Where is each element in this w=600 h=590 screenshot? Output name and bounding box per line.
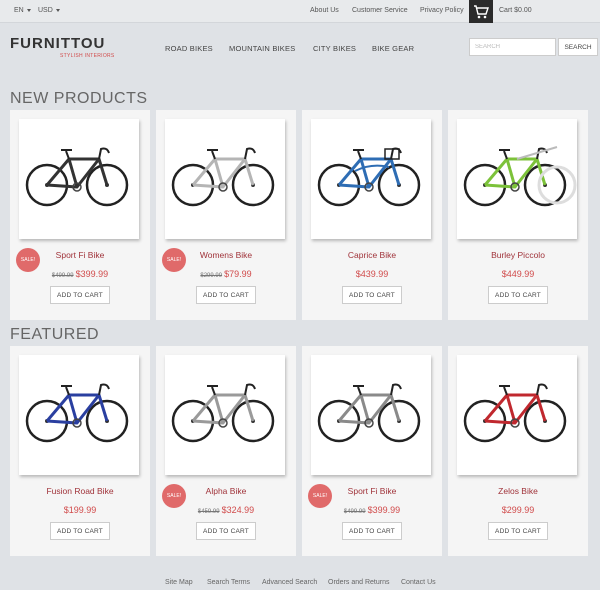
footer-site-map[interactable]: Site Map bbox=[165, 579, 193, 586]
product-image[interactable] bbox=[19, 119, 139, 239]
footer-advanced-search[interactable]: Advanced Search bbox=[262, 579, 317, 586]
add-to-cart-button[interactable]: ADD TO CART bbox=[196, 522, 256, 540]
language-selector[interactable]: EN bbox=[14, 7, 31, 14]
product-name[interactable]: Caprice Bike bbox=[302, 250, 442, 260]
privacy-policy-link[interactable]: Privacy Policy bbox=[420, 7, 464, 14]
bike-icon bbox=[25, 383, 129, 443]
product-price: $439.99 bbox=[355, 269, 389, 279]
footer-contact-us[interactable]: Contact Us bbox=[401, 579, 436, 586]
chevron-down-icon bbox=[55, 8, 60, 12]
price-row: $439.99 bbox=[302, 264, 442, 282]
featured-title: FEATURED bbox=[10, 326, 100, 343]
price-row: $299.99 bbox=[448, 500, 588, 518]
top-bar: EN USD About Us Customer Service Privacy… bbox=[0, 0, 600, 23]
bike-icon bbox=[317, 383, 421, 443]
bike-icon bbox=[463, 383, 567, 443]
product-card[interactable]: Caprice Bike $439.99 ADD TO CART bbox=[302, 110, 442, 320]
nav-road-bikes[interactable]: ROAD BIKES bbox=[165, 44, 213, 53]
product-name[interactable]: Burley Piccolo bbox=[448, 250, 588, 260]
price-row: $299.99 $79.99 bbox=[156, 264, 296, 282]
old-price: $499.99 bbox=[51, 273, 74, 279]
add-to-cart-button[interactable]: ADD TO CART bbox=[50, 286, 110, 304]
product-image[interactable] bbox=[311, 355, 431, 475]
about-us-link[interactable]: About Us bbox=[310, 7, 339, 14]
product-name[interactable]: Alpha Bike bbox=[156, 486, 296, 496]
footer-search-terms[interactable]: Search Terms bbox=[207, 579, 250, 586]
old-price: $459.99 bbox=[197, 509, 220, 515]
footer-orders-returns[interactable]: Orders and Returns bbox=[328, 579, 389, 586]
logo-subtitle: STYLISH INTERIORS bbox=[60, 53, 115, 59]
product-card[interactable]: Burley Piccolo $449.99 ADD TO CART bbox=[448, 110, 588, 320]
product-card[interactable]: SALE! Sport Fi Bike $499.99 $399.99 ADD TO C… bbox=[302, 346, 442, 556]
add-to-cart-button[interactable]: ADD TO CART bbox=[488, 522, 548, 540]
search-button[interactable]: SEARCH bbox=[558, 38, 598, 56]
product-image[interactable] bbox=[19, 355, 139, 475]
product-price: $299.99 bbox=[501, 505, 535, 515]
product-name[interactable]: Womens Bike bbox=[156, 250, 296, 260]
product-card[interactable]: SALE! Womens Bike $299.99 $79.99 ADD TO CART bbox=[156, 110, 296, 320]
add-to-cart-button[interactable]: ADD TO CART bbox=[50, 522, 110, 540]
product-price: $399.99 bbox=[75, 269, 109, 279]
bike-icon bbox=[171, 383, 275, 443]
nav-city-bikes[interactable]: CITY BIKES bbox=[313, 44, 356, 53]
bike-icon bbox=[25, 147, 129, 207]
customer-service-link[interactable]: Customer Service bbox=[352, 7, 408, 14]
product-card[interactable]: SALE! Sport Fi Bike $499.99 $399.99 ADD TO C… bbox=[10, 110, 150, 320]
chevron-down-icon bbox=[26, 8, 31, 12]
product-name[interactable]: Zelos Bike bbox=[448, 486, 588, 496]
currency-selector[interactable]: USD bbox=[38, 7, 60, 14]
product-card[interactable]: SALE! Alpha Bike $459.99 $324.99 ADD TO CART bbox=[156, 346, 296, 556]
search-input[interactable] bbox=[469, 38, 556, 56]
language-value: EN bbox=[14, 7, 24, 14]
product-price: $399.99 bbox=[367, 505, 401, 515]
nav-bike-gear[interactable]: BIKE GEAR bbox=[372, 44, 414, 53]
product-card[interactable]: Zelos Bike $299.99 ADD TO CART bbox=[448, 346, 588, 556]
price-row: $499.99 $399.99 bbox=[10, 264, 150, 282]
logo-title[interactable]: FURNITTOU bbox=[10, 35, 105, 52]
product-image[interactable] bbox=[165, 119, 285, 239]
product-price: $199.99 bbox=[63, 505, 97, 515]
add-to-cart-button[interactable]: ADD TO CART bbox=[488, 286, 548, 304]
price-row: $199.99 bbox=[10, 500, 150, 518]
price-row: $499.99 $399.99 bbox=[302, 500, 442, 518]
old-price: $299.99 bbox=[200, 273, 223, 279]
product-price: $449.99 bbox=[501, 269, 535, 279]
add-to-cart-button[interactable]: ADD TO CART bbox=[342, 522, 402, 540]
price-row: $459.99 $324.99 bbox=[156, 500, 296, 518]
new-products-title: NEW PRODUCTS bbox=[10, 90, 148, 107]
bike-icon bbox=[171, 147, 275, 207]
product-name[interactable]: Sport Fi Bike bbox=[10, 250, 150, 260]
product-image[interactable] bbox=[457, 355, 577, 475]
cart-total[interactable]: Cart $0.00 bbox=[499, 7, 532, 14]
bike-icon bbox=[317, 147, 421, 207]
add-to-cart-button[interactable]: ADD TO CART bbox=[196, 286, 256, 304]
bike-icon bbox=[463, 146, 577, 207]
nav-mountain-bikes[interactable]: MOUNTAIN BIKES bbox=[229, 44, 295, 53]
product-price: $79.99 bbox=[224, 269, 252, 279]
product-image[interactable] bbox=[457, 119, 577, 239]
cart-button[interactable] bbox=[469, 0, 493, 23]
currency-value: USD bbox=[38, 7, 53, 14]
product-price: $324.99 bbox=[221, 505, 255, 515]
product-name[interactable]: Sport Fi Bike bbox=[302, 486, 442, 496]
product-card[interactable]: Fusion Road Bike $199.99 ADD TO CART bbox=[10, 346, 150, 556]
product-image[interactable] bbox=[311, 119, 431, 239]
product-image[interactable] bbox=[165, 355, 285, 475]
price-row: $449.99 bbox=[448, 264, 588, 282]
old-price: $499.99 bbox=[343, 509, 366, 515]
cart-icon bbox=[474, 5, 489, 19]
product-name[interactable]: Fusion Road Bike bbox=[10, 486, 150, 496]
add-to-cart-button[interactable]: ADD TO CART bbox=[342, 286, 402, 304]
